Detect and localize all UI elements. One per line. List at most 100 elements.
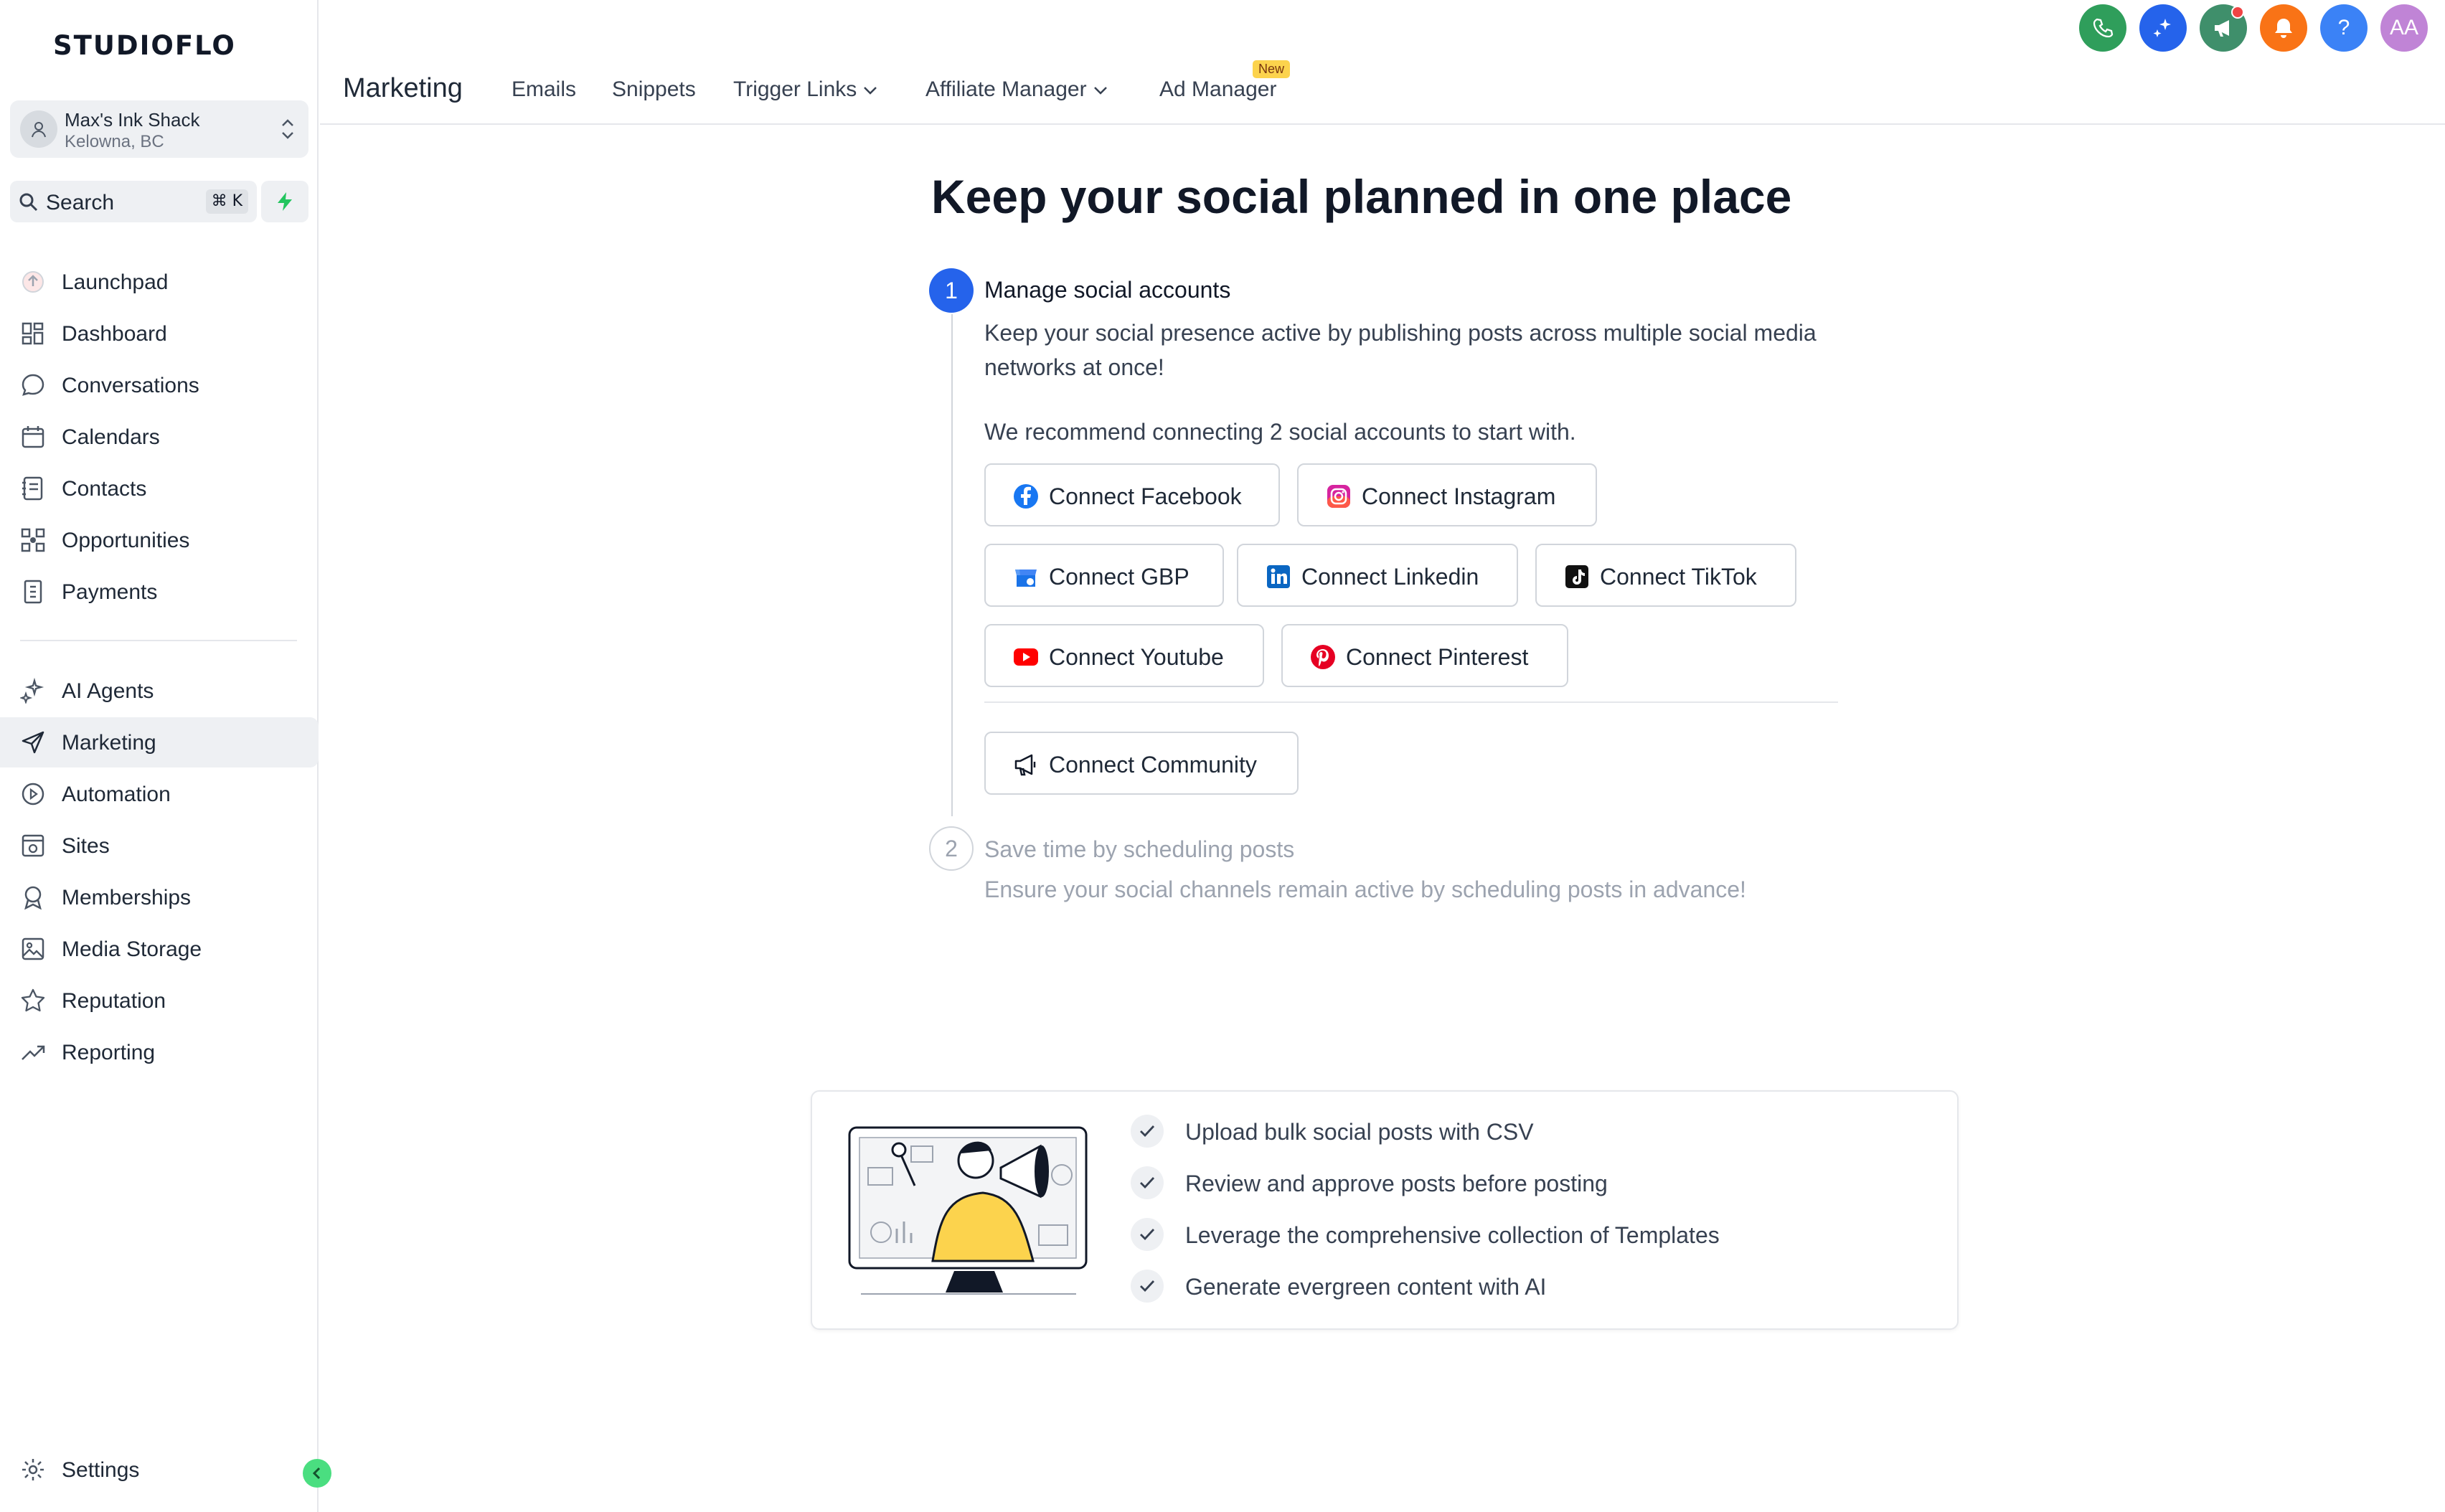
connect-community-button[interactable]: Connect Community	[984, 732, 1299, 795]
button-label: Connect Linkedin	[1301, 564, 1479, 590]
sidebar-item-media-storage[interactable]: Media Storage	[0, 924, 319, 974]
check-icon	[1140, 1125, 1155, 1138]
account-avatar	[20, 110, 57, 148]
connect-gbp-button[interactable]: Connect GBP	[984, 544, 1224, 607]
sidebar-item-conversations[interactable]: Conversations	[0, 360, 319, 410]
tab-emails[interactable]: Emails	[512, 77, 576, 102]
sidebar-item-label: Reporting	[62, 1041, 156, 1064]
feature-text: Leverage the comprehensive collection of…	[1185, 1222, 1720, 1248]
sidebar-item-label: Dashboard	[62, 322, 167, 346]
sidebar-item-payments[interactable]: Payments	[0, 567, 319, 617]
tiktok-icon	[1565, 565, 1588, 588]
sidebar: STUDIOFLO Max's Ink Shack Kelowna, BC Se…	[0, 0, 331, 1512]
sidebar-item-label: Sites	[62, 834, 110, 858]
announcements-button[interactable]	[2200, 4, 2247, 52]
app-logo[interactable]: STUDIOFLO	[53, 30, 236, 61]
connect-pinterest-button[interactable]: Connect Pinterest	[1281, 624, 1568, 687]
button-label: Connect TikTok	[1600, 564, 1757, 590]
help-button[interactable]: ?	[2320, 4, 2368, 52]
tab-trigger-links[interactable]: Trigger Links	[733, 77, 878, 102]
sidebar-item-label: Conversations	[62, 374, 199, 397]
tab-snippets[interactable]: Snippets	[612, 77, 696, 102]
sidebar-item-sites[interactable]: Sites	[0, 821, 319, 871]
sidebar-item-reporting[interactable]: Reporting	[0, 1027, 319, 1077]
sidebar-item-reputation[interactable]: Reputation	[0, 975, 319, 1026]
collapse-sidebar-button[interactable]	[303, 1459, 331, 1488]
sidebar-item-marketing[interactable]: Marketing	[0, 717, 319, 767]
chevron-down-icon	[864, 87, 877, 95]
search-label: Search	[46, 191, 115, 214]
tab-affiliate-manager[interactable]: Affiliate Manager	[925, 77, 1108, 102]
chevron-updown-icon	[282, 119, 293, 139]
sidebar-item-dashboard[interactable]: Dashboard	[0, 308, 319, 359]
google-business-icon	[1015, 570, 1037, 587]
sparkles-icon	[20, 678, 44, 704]
star-icon	[21, 988, 45, 1012]
phone-button[interactable]	[2079, 4, 2126, 52]
page-title: Marketing	[343, 73, 463, 103]
sidebar-item-label: Marketing	[62, 731, 156, 755]
sidebar-item-launchpad[interactable]: Launchpad	[0, 257, 319, 307]
check-badge	[1131, 1166, 1164, 1199]
bell-icon	[2275, 19, 2292, 38]
image-icon	[22, 937, 44, 960]
button-label: Connect Youtube	[1049, 644, 1224, 670]
tab-label: Trigger Links	[733, 77, 857, 101]
page-heading: Keep your social planned in one place	[931, 170, 1792, 223]
pinterest-icon	[1311, 645, 1335, 669]
sidebar-item-opportunities[interactable]: Opportunities	[0, 515, 319, 565]
feature-text: Upload bulk social posts with CSV	[1185, 1119, 1534, 1145]
sidebar-item-label: Reputation	[62, 989, 166, 1013]
connect-linkedin-button[interactable]: Connect Linkedin	[1237, 544, 1518, 607]
user-avatar[interactable]: AA	[2380, 4, 2428, 52]
search-button[interactable]: Search ⌘ K	[10, 181, 257, 222]
ai-assistant-button[interactable]	[2139, 4, 2187, 52]
connect-tiktok-button[interactable]: Connect TikTok	[1535, 544, 1796, 607]
award-icon	[24, 886, 42, 910]
recommend-text: We recommend connecting 2 social account…	[984, 419, 1576, 445]
new-badge: New	[1253, 60, 1291, 78]
tab-ad-manager[interactable]: Ad Manager	[1159, 77, 1276, 102]
megaphone-icon	[2215, 20, 2229, 37]
search-icon	[19, 193, 38, 212]
connect-facebook-button[interactable]: Connect Facebook	[984, 463, 1280, 526]
button-label: Connect Community	[1049, 752, 1257, 778]
sidebar-item-label: Opportunities	[62, 529, 190, 552]
connect-instagram-button[interactable]: Connect Instagram	[1297, 463, 1597, 526]
sidebar-item-contacts[interactable]: Contacts	[0, 463, 319, 514]
step-1-indicator: 1	[929, 268, 974, 313]
check-badge	[1131, 1115, 1164, 1148]
sidebar-item-automation[interactable]: Automation	[0, 769, 319, 819]
sidebar-item-label: Automation	[62, 783, 171, 806]
sidebar-divider	[20, 640, 297, 641]
button-label: Connect Instagram	[1362, 483, 1556, 509]
sidebar-item-settings[interactable]: Settings	[0, 1445, 319, 1495]
chevron-down-icon	[1093, 87, 1107, 95]
calendar-icon	[22, 426, 44, 448]
bolt-icon	[278, 192, 292, 211]
megaphone-icon	[1014, 754, 1036, 776]
notifications-button[interactable]	[2260, 4, 2307, 52]
button-label: Connect GBP	[1049, 564, 1189, 590]
sidebar-item-calendars[interactable]: Calendars	[0, 412, 319, 462]
feature-text: Generate evergreen content with AI	[1185, 1274, 1547, 1300]
tab-label: Affiliate Manager	[925, 77, 1087, 101]
sidebar-item-memberships[interactable]: Memberships	[0, 872, 319, 922]
facebook-icon	[1014, 484, 1038, 509]
account-switcher[interactable]: Max's Ink Shack Kelowna, BC	[10, 100, 308, 158]
send-icon	[22, 731, 44, 754]
quick-actions-button[interactable]	[261, 181, 308, 222]
check-badge	[1131, 1218, 1164, 1251]
sidebar-item-label: Contacts	[62, 477, 147, 501]
gear-icon	[22, 1459, 44, 1480]
trend-icon	[22, 1045, 45, 1060]
connect-youtube-button[interactable]: Connect Youtube	[984, 624, 1264, 687]
sidebar-item-label: Payments	[62, 580, 158, 604]
check-icon	[1140, 1229, 1155, 1241]
sidebar-item-ai-agents[interactable]: AI Agents	[0, 666, 319, 716]
button-label: Connect Pinterest	[1346, 644, 1529, 670]
divider	[984, 701, 1838, 703]
search-shortcut: ⌘ K	[205, 189, 248, 214]
check-badge	[1131, 1270, 1164, 1303]
automation-icon	[22, 783, 44, 805]
